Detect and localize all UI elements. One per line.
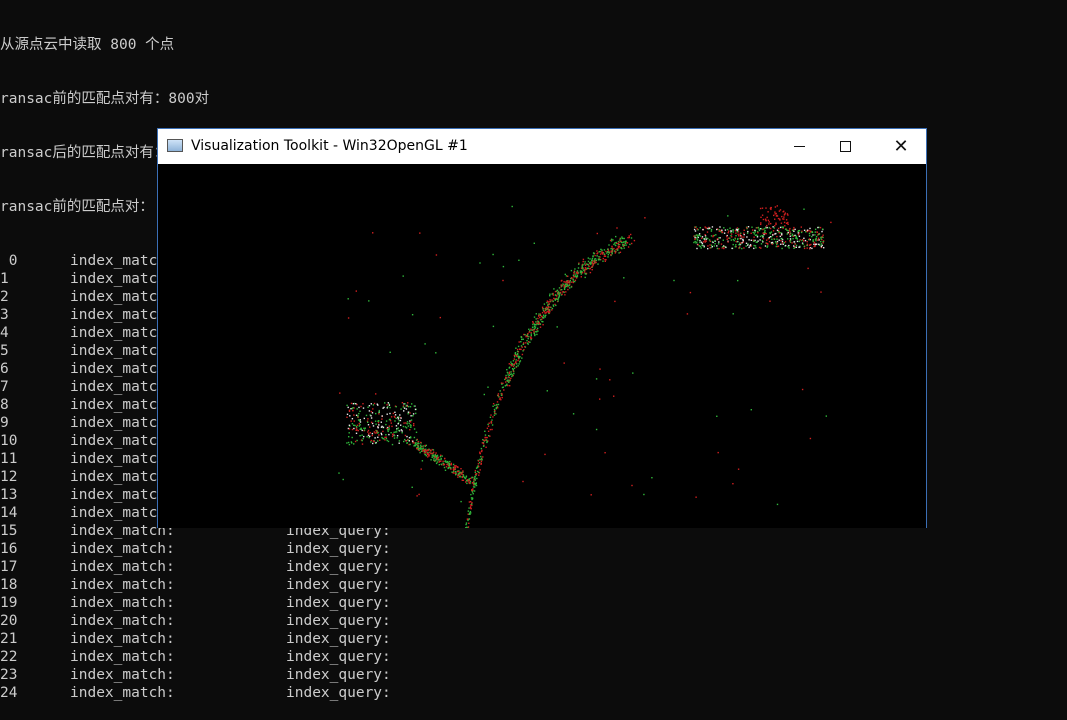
row-index: 19 bbox=[0, 594, 17, 612]
index-query-label: index_query: bbox=[286, 630, 391, 648]
close-button[interactable]: ✕ bbox=[878, 129, 924, 164]
row-index: 15 bbox=[0, 522, 17, 540]
row-index: 8 bbox=[0, 396, 9, 414]
index-match-label: index_match: bbox=[70, 630, 175, 648]
index-match-label: index_match: bbox=[70, 648, 175, 666]
index-match-label: index_match: bbox=[70, 576, 175, 594]
minimize-icon bbox=[794, 146, 805, 147]
row-index: 1 bbox=[0, 270, 9, 288]
index-query-label: index_query: bbox=[286, 576, 391, 594]
match-row: 21 index_match: index_query: bbox=[0, 630, 1067, 648]
index-query-label: index_query: bbox=[286, 666, 391, 684]
point-cloud bbox=[338, 205, 831, 528]
index-match-label: index_match: bbox=[70, 594, 175, 612]
match-row: 18 index_match: index_query: bbox=[0, 576, 1067, 594]
index-query-label: index_query: bbox=[286, 684, 391, 702]
match-row: 20 index_match: index_query: bbox=[0, 612, 1067, 630]
row-index: 6 bbox=[0, 360, 9, 378]
match-row: 23 index_match: index_query: bbox=[0, 666, 1067, 684]
row-index: 7 bbox=[0, 378, 9, 396]
window-title: Visualization Toolkit - Win32OpenGL #1 bbox=[191, 138, 468, 154]
row-index: 4 bbox=[0, 324, 9, 342]
match-row: 19 index_match: index_query: bbox=[0, 594, 1067, 612]
index-match-label: index_match: bbox=[70, 666, 175, 684]
row-index: 9 bbox=[0, 414, 9, 432]
row-index: 11 bbox=[0, 450, 17, 468]
row-index: 14 bbox=[0, 504, 17, 522]
row-index: 12 bbox=[0, 468, 17, 486]
title-bar[interactable]: Visualization Toolkit - Win32OpenGL #1 ✕ bbox=[158, 129, 926, 164]
row-index: 13 bbox=[0, 486, 17, 504]
match-row: 17 index_match: index_query: bbox=[0, 558, 1067, 576]
match-row: 22 index_match: index_query: bbox=[0, 648, 1067, 666]
console-line-before: ransac前的匹配点对有：800对 bbox=[0, 90, 1067, 108]
index-match-label: index_match: bbox=[70, 540, 175, 558]
maximize-icon bbox=[840, 141, 851, 152]
index-query-label: index_query: bbox=[286, 540, 391, 558]
vtk-window[interactable]: Visualization Toolkit - Win32OpenGL #1 ✕ bbox=[157, 128, 927, 528]
console-line-read: 从源点云中读取 800 个点 bbox=[0, 36, 1067, 54]
index-query-label: index_query: bbox=[286, 612, 391, 630]
row-index: 3 bbox=[0, 306, 9, 324]
row-index: 5 bbox=[0, 342, 9, 360]
index-match-label: index_match: bbox=[70, 684, 175, 702]
match-row: 24 index_match: index_query: bbox=[0, 684, 1067, 702]
minimize-button[interactable] bbox=[776, 129, 822, 164]
row-index: 18 bbox=[0, 576, 17, 594]
row-index: 21 bbox=[0, 630, 17, 648]
row-index: 10 bbox=[0, 432, 17, 450]
row-index: 24 bbox=[0, 684, 17, 702]
match-row: 16 index_match: index_query: bbox=[0, 540, 1067, 558]
point-cloud-canvas[interactable] bbox=[158, 164, 926, 528]
row-index: 17 bbox=[0, 558, 17, 576]
vtk-app-icon[interactable] bbox=[167, 139, 183, 152]
row-index: 16 bbox=[0, 540, 17, 558]
index-match-label: index_match: bbox=[70, 612, 175, 630]
render-viewport[interactable] bbox=[158, 164, 926, 528]
index-query-label: index_query: bbox=[286, 648, 391, 666]
row-index: 20 bbox=[0, 612, 17, 630]
close-icon: ✕ bbox=[893, 138, 908, 156]
index-query-label: index_query: bbox=[286, 594, 391, 612]
row-index: 2 bbox=[0, 288, 9, 306]
row-index: 22 bbox=[0, 648, 17, 666]
index-match-label: index_match: bbox=[70, 558, 175, 576]
row-index: 0 bbox=[0, 252, 17, 270]
row-index: 23 bbox=[0, 666, 17, 684]
index-query-label: index_query: bbox=[286, 558, 391, 576]
maximize-button[interactable] bbox=[822, 129, 868, 164]
